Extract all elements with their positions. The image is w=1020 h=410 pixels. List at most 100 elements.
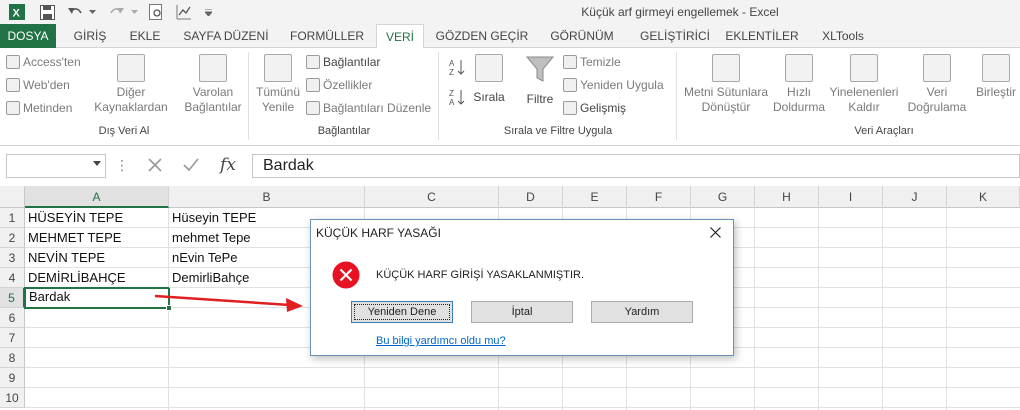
tab-file[interactable]: DOSYA <box>0 24 56 48</box>
svg-text:A: A <box>449 98 455 106</box>
help-button[interactable]: Yardım <box>591 301 693 323</box>
sort-az-icon: AZ <box>449 59 465 77</box>
consolidate-button[interactable]: Birleştir <box>972 54 1020 100</box>
column-header-k[interactable]: K <box>947 186 1020 208</box>
from-access-button[interactable]: Access'ten <box>6 52 81 72</box>
from-text-label: Metinden <box>23 101 73 115</box>
select-all-corner[interactable] <box>0 186 25 208</box>
tab-addins[interactable]: EKLENTİLER <box>722 24 802 48</box>
row-header[interactable]: 10 <box>0 388 25 408</box>
connections-label: Bağlantılar <box>323 55 381 69</box>
tab-developer[interactable]: GELİŞTİRİCİ <box>630 24 720 48</box>
text-to-columns-label-1: Metni Sütunlara <box>683 85 769 99</box>
ribbon-tabs: DOSYA GİRİŞ EKLE SAYFA DÜZENİ FORMÜLLER … <box>0 24 1020 49</box>
from-text-button[interactable]: Metinden <box>6 98 72 118</box>
row-header[interactable]: 9 <box>0 368 25 388</box>
row-header[interactable]: 3 <box>0 248 25 268</box>
name-box-dropdown-icon[interactable] <box>93 159 101 170</box>
insert-function-icon[interactable]: fx <box>213 152 243 178</box>
tab-xltools[interactable]: XLTools <box>810 24 876 48</box>
existing-connections-icon <box>199 54 227 82</box>
tab-view[interactable]: GÖRÜNÜM <box>540 24 624 48</box>
column-header-i[interactable]: I <box>819 186 883 208</box>
cell-a5-active[interactable]: Bardak <box>24 287 170 309</box>
retry-button[interactable]: Yeniden Dene <box>351 301 453 323</box>
row-header[interactable]: 7 <box>0 328 25 348</box>
column-header-h[interactable]: H <box>755 186 819 208</box>
cell-a2[interactable]: MEHMET TEPE <box>25 228 169 248</box>
remove-duplicates-label-1: Yinelenenleri <box>829 85 899 99</box>
column-header-g[interactable]: G <box>691 186 755 208</box>
fill-handle[interactable] <box>166 305 172 311</box>
reapply-button[interactable]: Yeniden Uygula <box>563 75 664 95</box>
other-sources-button[interactable]: Diğer Kaynaklardan <box>86 54 176 115</box>
column-header-a[interactable]: A <box>25 186 169 208</box>
confirm-entry-icon[interactable] <box>176 152 206 178</box>
text-to-columns-label-2: Dönüştür <box>701 100 751 114</box>
formula-input[interactable]: Bardak <box>252 154 1020 178</box>
name-box[interactable] <box>6 154 106 178</box>
from-web-label: Web'den <box>23 78 70 92</box>
column-header-d[interactable]: D <box>499 186 563 208</box>
edit-links-button[interactable]: Bağlantıları Düzenle <box>306 98 431 118</box>
advanced-filter-button[interactable]: Gelişmiş <box>563 98 626 118</box>
filter-button[interactable]: Filtre <box>520 54 560 107</box>
column-header-j[interactable]: J <box>883 186 947 208</box>
cell-a3[interactable]: NEVİN TEPE <box>25 248 169 268</box>
tab-data[interactable]: VERİ <box>376 24 424 49</box>
clear-filter-button[interactable]: Temizle <box>563 52 621 72</box>
properties-label: Özellikler <box>323 78 373 92</box>
cell-a1[interactable]: HÜSEYİN TEPE <box>25 208 169 228</box>
tab-page-layout[interactable]: SAYFA DÜZENİ <box>172 24 280 48</box>
title-bar: X Küçük arf girmeyi engellemek - Excel <box>0 0 1020 24</box>
advanced-filter-label: Gelişmiş <box>580 101 627 115</box>
dialog-title: KÜÇÜK HARF YASAĞI <box>316 226 441 240</box>
row-header[interactable]: 8 <box>0 348 25 368</box>
tab-formulas[interactable]: FORMÜLLER <box>282 24 372 48</box>
reapply-icon <box>563 78 577 92</box>
row-header[interactable]: 6 <box>0 308 25 328</box>
other-sources-label-1: Diğer <box>116 85 146 99</box>
flash-fill-icon <box>785 54 813 82</box>
row-header[interactable]: 2 <box>0 228 25 248</box>
column-header-f[interactable]: F <box>627 186 691 208</box>
filter-funnel-icon <box>525 56 555 82</box>
feedback-link[interactable]: Bu bilgi yardımcı oldu mu? <box>376 335 506 347</box>
remove-duplicates-icon <box>850 54 878 82</box>
refresh-all-label-1: Tümünü <box>255 85 301 99</box>
flash-fill-button[interactable]: Hızlı Doldurma <box>770 54 828 115</box>
tab-home[interactable]: GİRİŞ <box>62 24 118 48</box>
column-header-b[interactable]: B <box>169 186 365 208</box>
sort-button[interactable]: Sırala <box>470 54 508 105</box>
validation-error-dialog: KÜÇÜK HARF YASAĞI KÜÇÜK HARF GİRİŞİ YASA… <box>310 219 734 356</box>
sort-az-button[interactable]: AZ <box>448 58 466 79</box>
column-header-e[interactable]: E <box>563 186 627 208</box>
existing-connections-button[interactable]: Varolan Bağlantılar <box>180 54 246 115</box>
cell-a4[interactable]: DEMİRLİBAHÇE <box>25 268 169 288</box>
refresh-all-button[interactable]: Tümünü Yenile <box>252 54 304 115</box>
remove-duplicates-button[interactable]: Yinelenenleri Kaldır <box>826 54 902 115</box>
formula-bar-grip-icon: ⋮ <box>115 157 129 173</box>
sort-za-button[interactable]: ZA <box>448 88 466 109</box>
refresh-all-label-2: Yenile <box>261 100 295 114</box>
row-header[interactable]: 1 <box>0 208 25 228</box>
from-web-button[interactable]: Web'den <box>6 75 70 95</box>
properties-button[interactable]: Özellikler <box>306 75 372 95</box>
cancel-entry-icon[interactable] <box>140 152 170 178</box>
tab-review[interactable]: GÖZDEN GEÇİR <box>430 24 534 48</box>
text-file-icon <box>6 101 20 115</box>
cancel-button[interactable]: İptal <box>471 301 573 323</box>
row-header[interactable]: 5 <box>0 288 25 308</box>
tab-insert[interactable]: EKLE <box>120 24 170 48</box>
flash-fill-label-2: Doldurma <box>772 100 826 114</box>
consolidate-icon <box>982 54 1010 82</box>
sort-dialog-icon <box>475 54 503 82</box>
text-to-columns-button[interactable]: Metni Sütunlara Dönüştür <box>680 54 772 115</box>
row-header[interactable]: 4 <box>0 268 25 288</box>
connections-button[interactable]: Bağlantılar <box>306 52 380 72</box>
sort-label: Sırala <box>473 90 505 104</box>
web-icon <box>6 78 20 92</box>
column-header-c[interactable]: C <box>365 186 499 208</box>
data-validation-button[interactable]: Veri Doğrulama <box>900 54 974 115</box>
close-icon[interactable] <box>705 223 725 241</box>
